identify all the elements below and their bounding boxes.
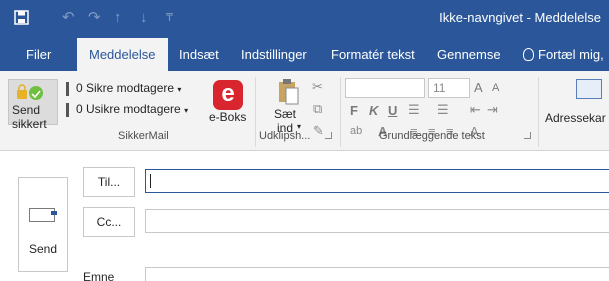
grow-font-icon[interactable]: A	[474, 80, 483, 95]
tab-format-text[interactable]: Formatér tekst	[331, 38, 415, 71]
font-size-box[interactable]: 11	[428, 78, 470, 98]
chevron-down-icon: ▾	[184, 106, 189, 115]
insecure-recipients-label: 0 Usikre modtagere	[76, 102, 181, 116]
shrink-font-icon[interactable]: A	[492, 82, 499, 94]
cc-button[interactable]: Cc...	[83, 207, 135, 237]
chevron-down-icon: ▾	[177, 85, 182, 94]
font-name-box[interactable]	[345, 78, 425, 98]
text-caret	[150, 174, 151, 188]
down-arrow-icon[interactable]: ↓	[140, 10, 148, 26]
subject-field[interactable]	[145, 267, 609, 281]
lightbulb-icon	[523, 48, 534, 61]
tab-options[interactable]: Indstillinger	[241, 38, 307, 71]
address-book-label[interactable]: Adressekar	[545, 111, 606, 125]
send-secure-label: Send sikkert	[12, 103, 47, 131]
tab-file[interactable]: Filer	[26, 38, 51, 71]
copy-icon[interactable]: ⧉	[313, 101, 322, 117]
italic-button[interactable]: K	[369, 103, 378, 118]
insecure-recipients-dropdown[interactable]: 0 Usikre modtagere ▾	[76, 102, 188, 116]
font-size-value: 11	[433, 81, 446, 95]
send-label: Send	[28, 242, 58, 256]
eboks-label[interactable]: e-Boks	[209, 110, 246, 124]
tell-me-label: Fortæl mig,	[538, 47, 604, 62]
clipboard-launcher-icon[interactable]	[325, 132, 332, 139]
group-label-basic-text: Grundlæggende tekst	[379, 130, 485, 142]
underline-button[interactable]: U	[388, 103, 397, 118]
undo-icon[interactable]: ↶	[62, 10, 75, 26]
subject-label: Emne	[83, 270, 115, 281]
customize-qat-icon[interactable]: ₸	[166, 10, 173, 26]
highlight-icon[interactable]: ab	[350, 125, 362, 137]
group-separator	[255, 77, 256, 147]
title-bar: ↶ ↷ ↑ ↓ ₸ Ikke-navngivet - Meddelelse	[0, 0, 609, 38]
save-icon[interactable]	[14, 10, 29, 29]
send-envelope-icon	[29, 208, 57, 222]
tab-insert[interactable]: Indsæt	[179, 38, 219, 71]
tell-me-box[interactable]: Fortæl mig,	[523, 38, 604, 71]
bullets-icon[interactable]: ☰	[408, 102, 420, 118]
decrease-indent-icon[interactable]: ⇤	[470, 102, 481, 118]
format-painter-icon[interactable]: ✎	[313, 123, 324, 139]
group-separator	[340, 77, 341, 147]
eboks-icon[interactable]: e	[213, 80, 243, 110]
group-label-clipboard: Udklipsh...	[259, 130, 311, 142]
increase-indent-icon[interactable]: ⇥	[487, 102, 498, 118]
numbering-icon[interactable]: ☰	[437, 102, 449, 118]
up-arrow-icon[interactable]: ↑	[114, 10, 122, 26]
cut-icon[interactable]: ✂	[312, 79, 323, 95]
window-title: Ikke-navngivet - Meddelelse	[439, 10, 601, 25]
to-button[interactable]: Til...	[83, 167, 135, 197]
group-label-secure-mail: SikkerMail	[118, 130, 169, 142]
secure-recipients-dropdown[interactable]: 0 Sikre modtagere ▾	[76, 81, 181, 95]
ribbon: Send sikkert 0 Sikre modtagere ▾ 0 Usikr…	[0, 71, 609, 151]
insecure-recipients-indicator	[66, 103, 69, 117]
bold-button[interactable]: F	[350, 103, 358, 118]
secure-recipients-indicator	[66, 82, 69, 96]
ribbon-tabs: Filer Meddelelse Indsæt Indstillinger Fo…	[0, 38, 609, 71]
basic-text-launcher-icon[interactable]	[524, 132, 531, 139]
tab-message[interactable]: Meddelelse	[77, 38, 168, 71]
secure-send-icon	[17, 84, 43, 100]
cc-field[interactable]	[145, 209, 609, 233]
tab-review[interactable]: Gennemse	[437, 38, 501, 71]
to-field[interactable]	[145, 169, 609, 193]
paste-icon[interactable]	[277, 78, 299, 106]
address-book-icon[interactable]	[576, 79, 602, 99]
send-button[interactable]: Send	[18, 177, 68, 272]
redo-icon[interactable]: ↷	[88, 10, 101, 26]
compose-area: Send Til... Cc... Emne	[0, 152, 609, 281]
secure-recipients-label: 0 Sikre modtagere	[76, 81, 175, 95]
group-separator	[538, 77, 539, 147]
send-secure-button[interactable]: Send sikkert	[8, 79, 58, 131]
